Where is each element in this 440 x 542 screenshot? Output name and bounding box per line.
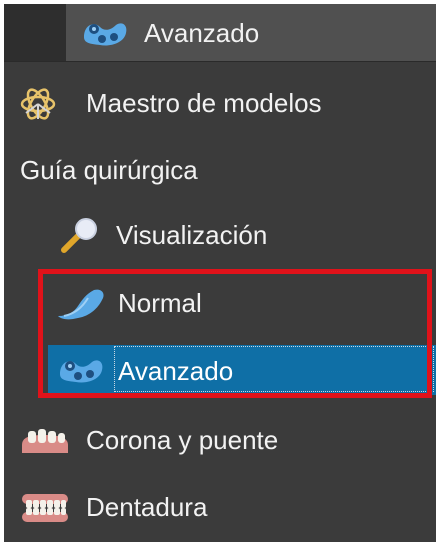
tree-item-model-master[interactable]: Maestro de modelos bbox=[4, 77, 436, 127]
tree-item-label: Visualización bbox=[116, 220, 268, 250]
tree-item-surgical-guide[interactable]: Guía quirúrgica bbox=[4, 144, 436, 194]
header-title: Avanzado bbox=[144, 18, 260, 48]
tree-item-crown-bridge[interactable]: Corona y puente bbox=[4, 414, 436, 464]
tree-item-label: Guía quirúrgica bbox=[20, 155, 198, 185]
module-tree-panel: Avanzado Maestro de modelos Guía quirúrg… bbox=[4, 4, 436, 542]
crown-bridge-icon bbox=[20, 423, 70, 457]
tree-item-advanced[interactable]: Avanzado bbox=[4, 345, 436, 395]
advanced-guide-icon bbox=[56, 354, 106, 386]
tree-item-label: Maestro de modelos bbox=[86, 88, 322, 118]
tree-item-visualization[interactable]: Visualización bbox=[4, 209, 436, 259]
tree-item-label: Avanzado bbox=[118, 356, 234, 386]
tree-item-denture[interactable]: Dentadura bbox=[4, 481, 436, 531]
tree-item-label: Normal bbox=[118, 288, 202, 318]
magnifier-icon bbox=[58, 218, 100, 254]
advanced-guide-icon bbox=[80, 17, 130, 49]
normal-guide-icon bbox=[54, 286, 108, 322]
model-master-icon bbox=[18, 86, 58, 122]
header-spacer bbox=[4, 4, 66, 61]
tree-item-label: Dentadura bbox=[86, 492, 208, 522]
panel-header[interactable]: Avanzado bbox=[4, 4, 436, 62]
tree-item-label: Corona y puente bbox=[86, 425, 279, 455]
tree-item-normal[interactable]: Normal bbox=[4, 277, 436, 327]
denture-icon bbox=[20, 490, 70, 526]
